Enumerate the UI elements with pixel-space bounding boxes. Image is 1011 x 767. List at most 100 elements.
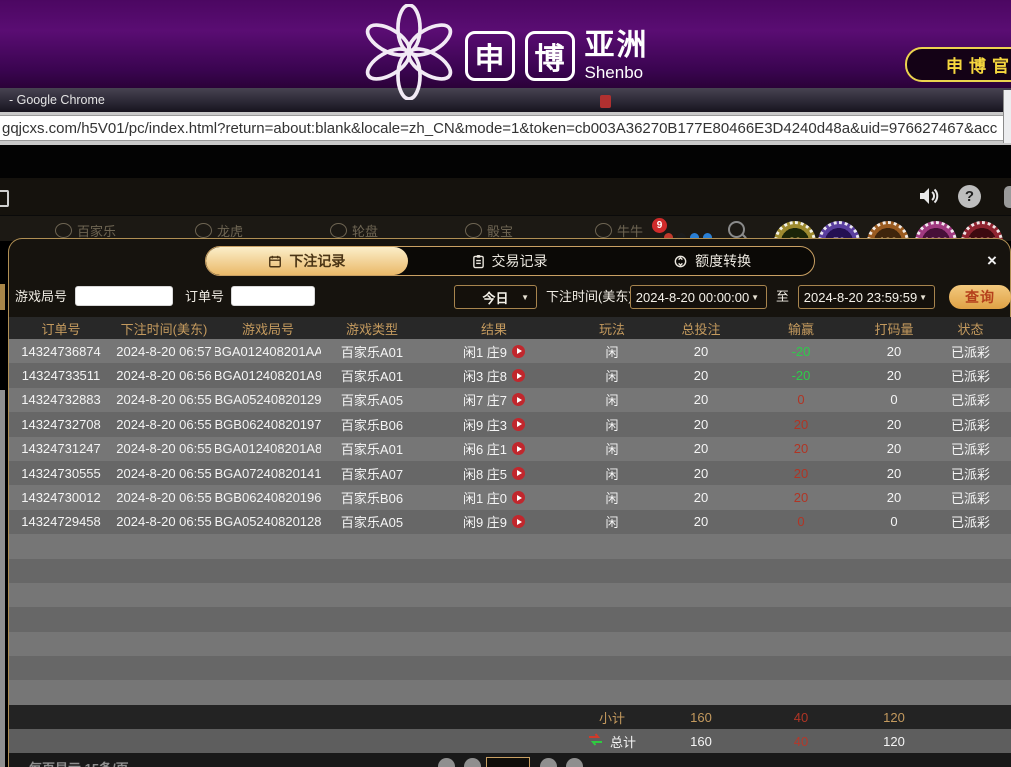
bet-cell: 闲	[605, 417, 619, 433]
round-cell: BGB06240820197	[215, 416, 321, 432]
bet-time-label: 下注时间(美东)	[546, 289, 633, 304]
brand-logo: 申 博 亚洲 Shenbo	[363, 4, 649, 100]
speaker-icon[interactable]	[918, 186, 940, 211]
round-cell: BGA07240820141	[215, 465, 321, 481]
search-button[interactable]: 查询	[949, 285, 1011, 309]
table-row: 14324736874 2024-8-20 06:57 BGA012408201AA…	[9, 339, 1011, 364]
result-text: 闲9 庄3	[462, 417, 508, 433]
empty-row	[9, 607, 1011, 632]
result-text: 闲6 庄1	[462, 442, 508, 458]
to-label: 至	[776, 289, 790, 304]
window-control-fragment[interactable]	[1003, 90, 1011, 143]
empty-row	[9, 558, 1011, 583]
turnover-cell: 20	[886, 465, 902, 481]
total-cell: 20	[693, 465, 709, 481]
round-cell: BGA012408201A8	[215, 441, 321, 457]
round-cell: BGB06240820196	[215, 490, 321, 506]
play-icon[interactable]	[512, 442, 526, 456]
total-winloss: 40	[793, 733, 809, 749]
subtotal-turnover: 120	[883, 709, 905, 725]
time-cell: 2024-8-20 06:55	[116, 514, 212, 530]
bet-cell: 闲	[605, 393, 619, 409]
empty-row	[9, 582, 1011, 608]
tab-bet-records[interactable]: 下注记录	[205, 247, 409, 275]
col-header-type: 游戏类型	[345, 321, 398, 337]
play-icon[interactable]	[512, 369, 526, 383]
tab-label: 下注记录	[289, 253, 346, 269]
type-cell: 百家乐B06	[340, 491, 404, 507]
brand-wordmark: 亚洲 Shenbo	[584, 29, 649, 82]
result-text: 闲8 庄5	[462, 466, 508, 482]
chevron-down-icon: ▼	[521, 292, 529, 302]
winloss-cell: 20	[793, 490, 809, 506]
tab-credit-transfer[interactable]: 额度转换	[611, 247, 814, 275]
result-cell: 闲6 庄1	[423, 437, 565, 461]
next-page-button[interactable]	[540, 758, 557, 767]
page-number-box[interactable]	[486, 757, 530, 767]
col-header-time: 下注时间(美东)	[120, 321, 208, 337]
date-preset-select[interactable]: 今日 ▼	[454, 285, 537, 309]
subtotal-winloss: 40	[793, 709, 809, 725]
time-from-select[interactable]: 2024-8-20 00:00:00 ▼	[630, 285, 767, 309]
help-icon[interactable]: ?	[958, 185, 981, 208]
notice-badge: 9	[652, 218, 667, 233]
col-header-status: 状态	[957, 321, 984, 337]
winloss-cell: -20	[791, 368, 811, 384]
official-site-button[interactable]: 申博官网	[905, 47, 1011, 82]
status-cell: 已派彩	[950, 515, 990, 531]
tab-transaction-records[interactable]: 交易记录	[408, 247, 611, 275]
subtotal-total: 160	[690, 709, 712, 725]
status-cell: 已派彩	[950, 417, 990, 433]
address-input[interactable]: gqjcxs.com/h5V01/pc/index.html?return=ab…	[0, 115, 1011, 141]
window-title: - Google Chrome	[9, 93, 105, 107]
status-cell: 已派彩	[950, 369, 990, 385]
col-header-turnover: 打码量	[874, 321, 914, 337]
result-text: 闲9 庄9	[462, 515, 508, 531]
winloss-cell: 0	[797, 392, 805, 408]
table-body: 14324736874 2024-8-20 06:57 BGA012408201AA…	[9, 339, 1011, 705]
close-icon[interactable]: ×	[983, 252, 1001, 270]
cropped-right-icon[interactable]	[1004, 186, 1011, 208]
time-to-value: 2024-8-20 23:59:59	[803, 289, 918, 305]
order-input[interactable]	[231, 286, 315, 306]
time-to-select[interactable]: 2024-8-20 23:59:59 ▼	[798, 285, 935, 309]
result-cell: 闲9 庄9	[423, 510, 565, 534]
status-cell: 已派彩	[950, 442, 990, 458]
first-page-button[interactable]	[438, 758, 455, 767]
search-icon[interactable]	[728, 221, 745, 238]
total-cell: 20	[693, 368, 709, 384]
result-cell: 闲3 庄8	[423, 363, 565, 387]
table-header: 订单号 下注时间(美东) 游戏局号 游戏类型 结果 玩法 总投注 输赢 打码量 …	[9, 317, 1011, 339]
empty-row	[9, 534, 1011, 559]
per-page-label[interactable]: 每页显示 15条/页	[29, 758, 129, 767]
bet-cell: 闲	[605, 466, 619, 482]
time-cell: 2024-8-20 06:57	[116, 343, 212, 359]
play-icon[interactable]	[512, 393, 526, 407]
winloss-cell: 20	[793, 441, 809, 457]
prev-page-button[interactable]	[464, 758, 481, 767]
brand-region: 亚洲	[584, 29, 649, 62]
swap-arrows-icon[interactable]	[588, 733, 603, 749]
time-cell: 2024-8-20 06:55	[116, 441, 212, 457]
round-input[interactable]	[75, 286, 173, 306]
last-page-button[interactable]	[566, 758, 583, 767]
winloss-cell: 20	[793, 416, 809, 432]
result-text: 闲1 庄0	[462, 491, 508, 507]
total-label-cell: 总计	[565, 729, 659, 753]
total-cell: 20	[693, 343, 709, 359]
sicbo-icon	[465, 223, 482, 238]
empty-row	[9, 631, 1011, 657]
order-cell: 14324733511	[21, 368, 101, 384]
bet-records-modal: 下注记录 交易记录 额度转换 × 游戏局号 订单号 今日 ▼ 下注时间(美东) …	[8, 238, 1011, 767]
status-cell: 已派彩	[950, 466, 990, 482]
play-icon[interactable]	[512, 466, 526, 480]
play-icon[interactable]	[512, 515, 526, 529]
bet-cell: 闲	[605, 515, 619, 531]
play-icon[interactable]	[512, 344, 526, 358]
total-total: 160	[690, 733, 712, 749]
turnover-cell: 0	[890, 514, 898, 530]
play-icon[interactable]	[512, 491, 526, 505]
status-cell: 已派彩	[950, 491, 990, 507]
play-icon[interactable]	[512, 417, 526, 431]
tab-label: 额度转换	[695, 253, 752, 269]
